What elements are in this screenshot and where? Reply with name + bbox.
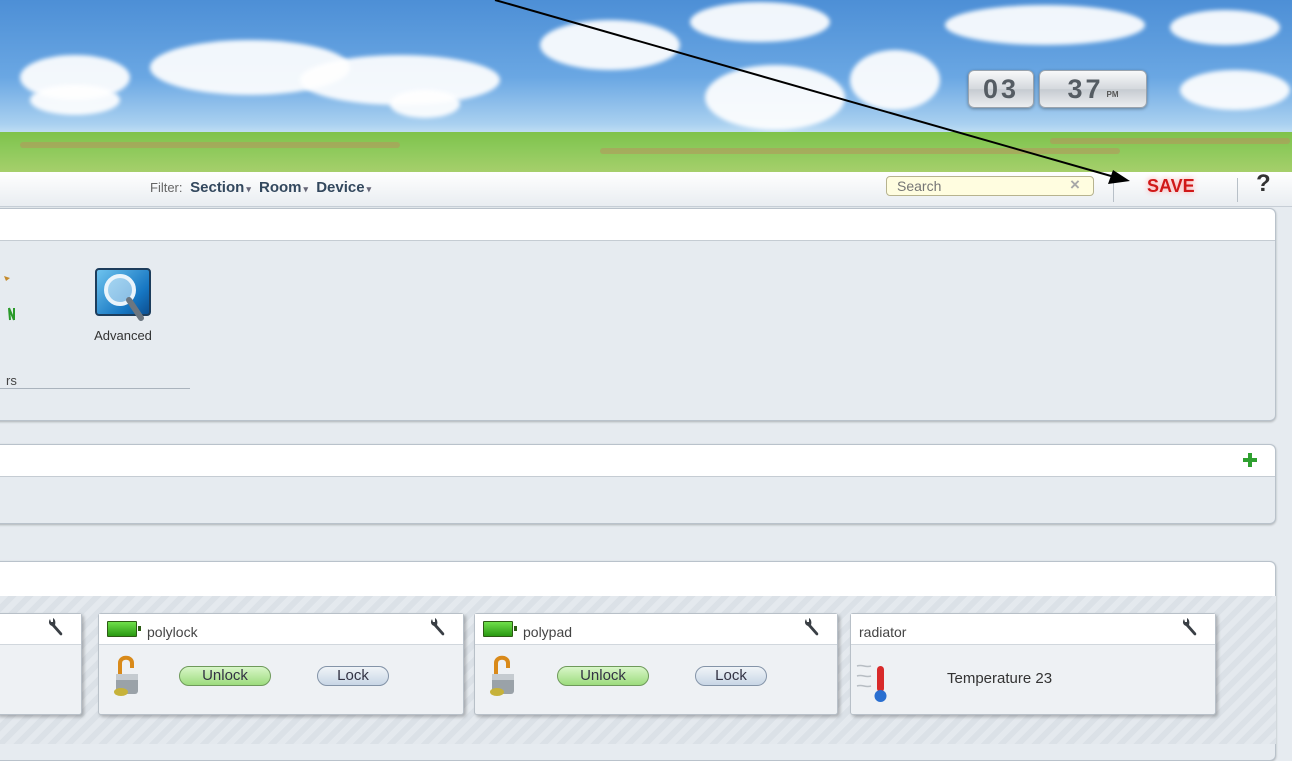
clear-search-icon[interactable]: × xyxy=(1070,175,1080,195)
device-card-polypad: polypad Unlock Lock xyxy=(474,613,838,715)
padlock-open-icon xyxy=(114,655,138,696)
device-card-polylock: polylock Unlock Lock xyxy=(98,613,464,715)
clock-ampm: PM xyxy=(1106,89,1119,99)
wrench-icon[interactable] xyxy=(1181,616,1199,638)
filter-section-label: Section xyxy=(190,179,245,196)
unlock-button[interactable]: Unlock xyxy=(557,666,649,686)
header-banner: 03 37 PM xyxy=(0,0,1292,172)
partial-tool-icon xyxy=(4,276,15,321)
advanced-monitor-icon xyxy=(95,268,151,321)
divider xyxy=(1113,178,1114,202)
landscape-field xyxy=(0,132,1292,172)
advanced-tool-label: Advanced xyxy=(94,328,152,343)
clock: 03 37 PM xyxy=(968,70,1147,108)
chevron-down-icon: ▾ xyxy=(303,184,309,194)
filter-room-label: Room xyxy=(259,179,302,196)
scenes-panel xyxy=(0,444,1276,524)
filter-section-dropdown[interactable]: Section ▾ xyxy=(190,179,255,196)
thermometer-icon xyxy=(856,664,887,702)
clock-hours: 03 xyxy=(968,70,1034,108)
device-card-header xyxy=(0,614,81,645)
device-name: polylock xyxy=(147,624,198,640)
chevron-down-icon: ▾ xyxy=(366,184,372,194)
device-card-header: polypad xyxy=(475,614,837,645)
divider xyxy=(0,388,190,389)
padlock-open-icon xyxy=(490,655,514,696)
divider xyxy=(1237,178,1238,202)
device-card-radiator: radiator Temperature 23 xyxy=(850,613,1216,715)
clock-minutes-value: 37 xyxy=(1067,73,1104,104)
battery-icon xyxy=(483,621,517,637)
wrench-icon[interactable] xyxy=(803,616,821,638)
temperature-status: Temperature 23 xyxy=(947,670,1053,687)
device-card-header: polylock xyxy=(99,614,463,645)
device-name: radiator xyxy=(859,624,907,640)
filter-room-dropdown[interactable]: Room ▾ xyxy=(259,179,312,196)
filter-label: Filter: xyxy=(150,180,183,195)
tools-panel xyxy=(0,208,1276,421)
wrench-icon[interactable] xyxy=(429,616,447,638)
devices-panel-header xyxy=(0,562,1275,597)
partial-tool-label: rs xyxy=(6,373,17,388)
save-button[interactable]: SAVE xyxy=(1147,176,1195,197)
device-card-header: radiator xyxy=(851,614,1215,645)
tools-panel-header xyxy=(0,209,1275,241)
wrench-icon[interactable] xyxy=(47,616,65,638)
device-card-partial xyxy=(0,613,82,715)
add-icon[interactable] xyxy=(1243,453,1257,467)
search-input[interactable] xyxy=(886,176,1094,196)
filter-device-dropdown[interactable]: Device ▾ xyxy=(316,179,371,196)
clock-hours-value: 03 xyxy=(982,73,1020,104)
filter-bar: Filter: Section ▾ Room ▾ Device ▾ xyxy=(0,172,1292,207)
scenes-panel-header xyxy=(0,445,1275,477)
clock-minutes: 37 PM xyxy=(1039,70,1147,108)
help-button[interactable]: ? xyxy=(1256,170,1271,198)
advanced-tool[interactable]: Advanced xyxy=(78,268,168,343)
lock-button[interactable]: Lock xyxy=(695,666,767,686)
filter-device-label: Device xyxy=(316,179,365,196)
chevron-down-icon: ▾ xyxy=(246,184,251,194)
filter-group: Filter: Section ▾ Room ▾ Device ▾ xyxy=(150,179,371,196)
lock-button[interactable]: Lock xyxy=(317,666,389,686)
device-name: polypad xyxy=(523,624,573,640)
battery-icon xyxy=(107,621,141,637)
unlock-button[interactable]: Unlock xyxy=(179,666,271,686)
